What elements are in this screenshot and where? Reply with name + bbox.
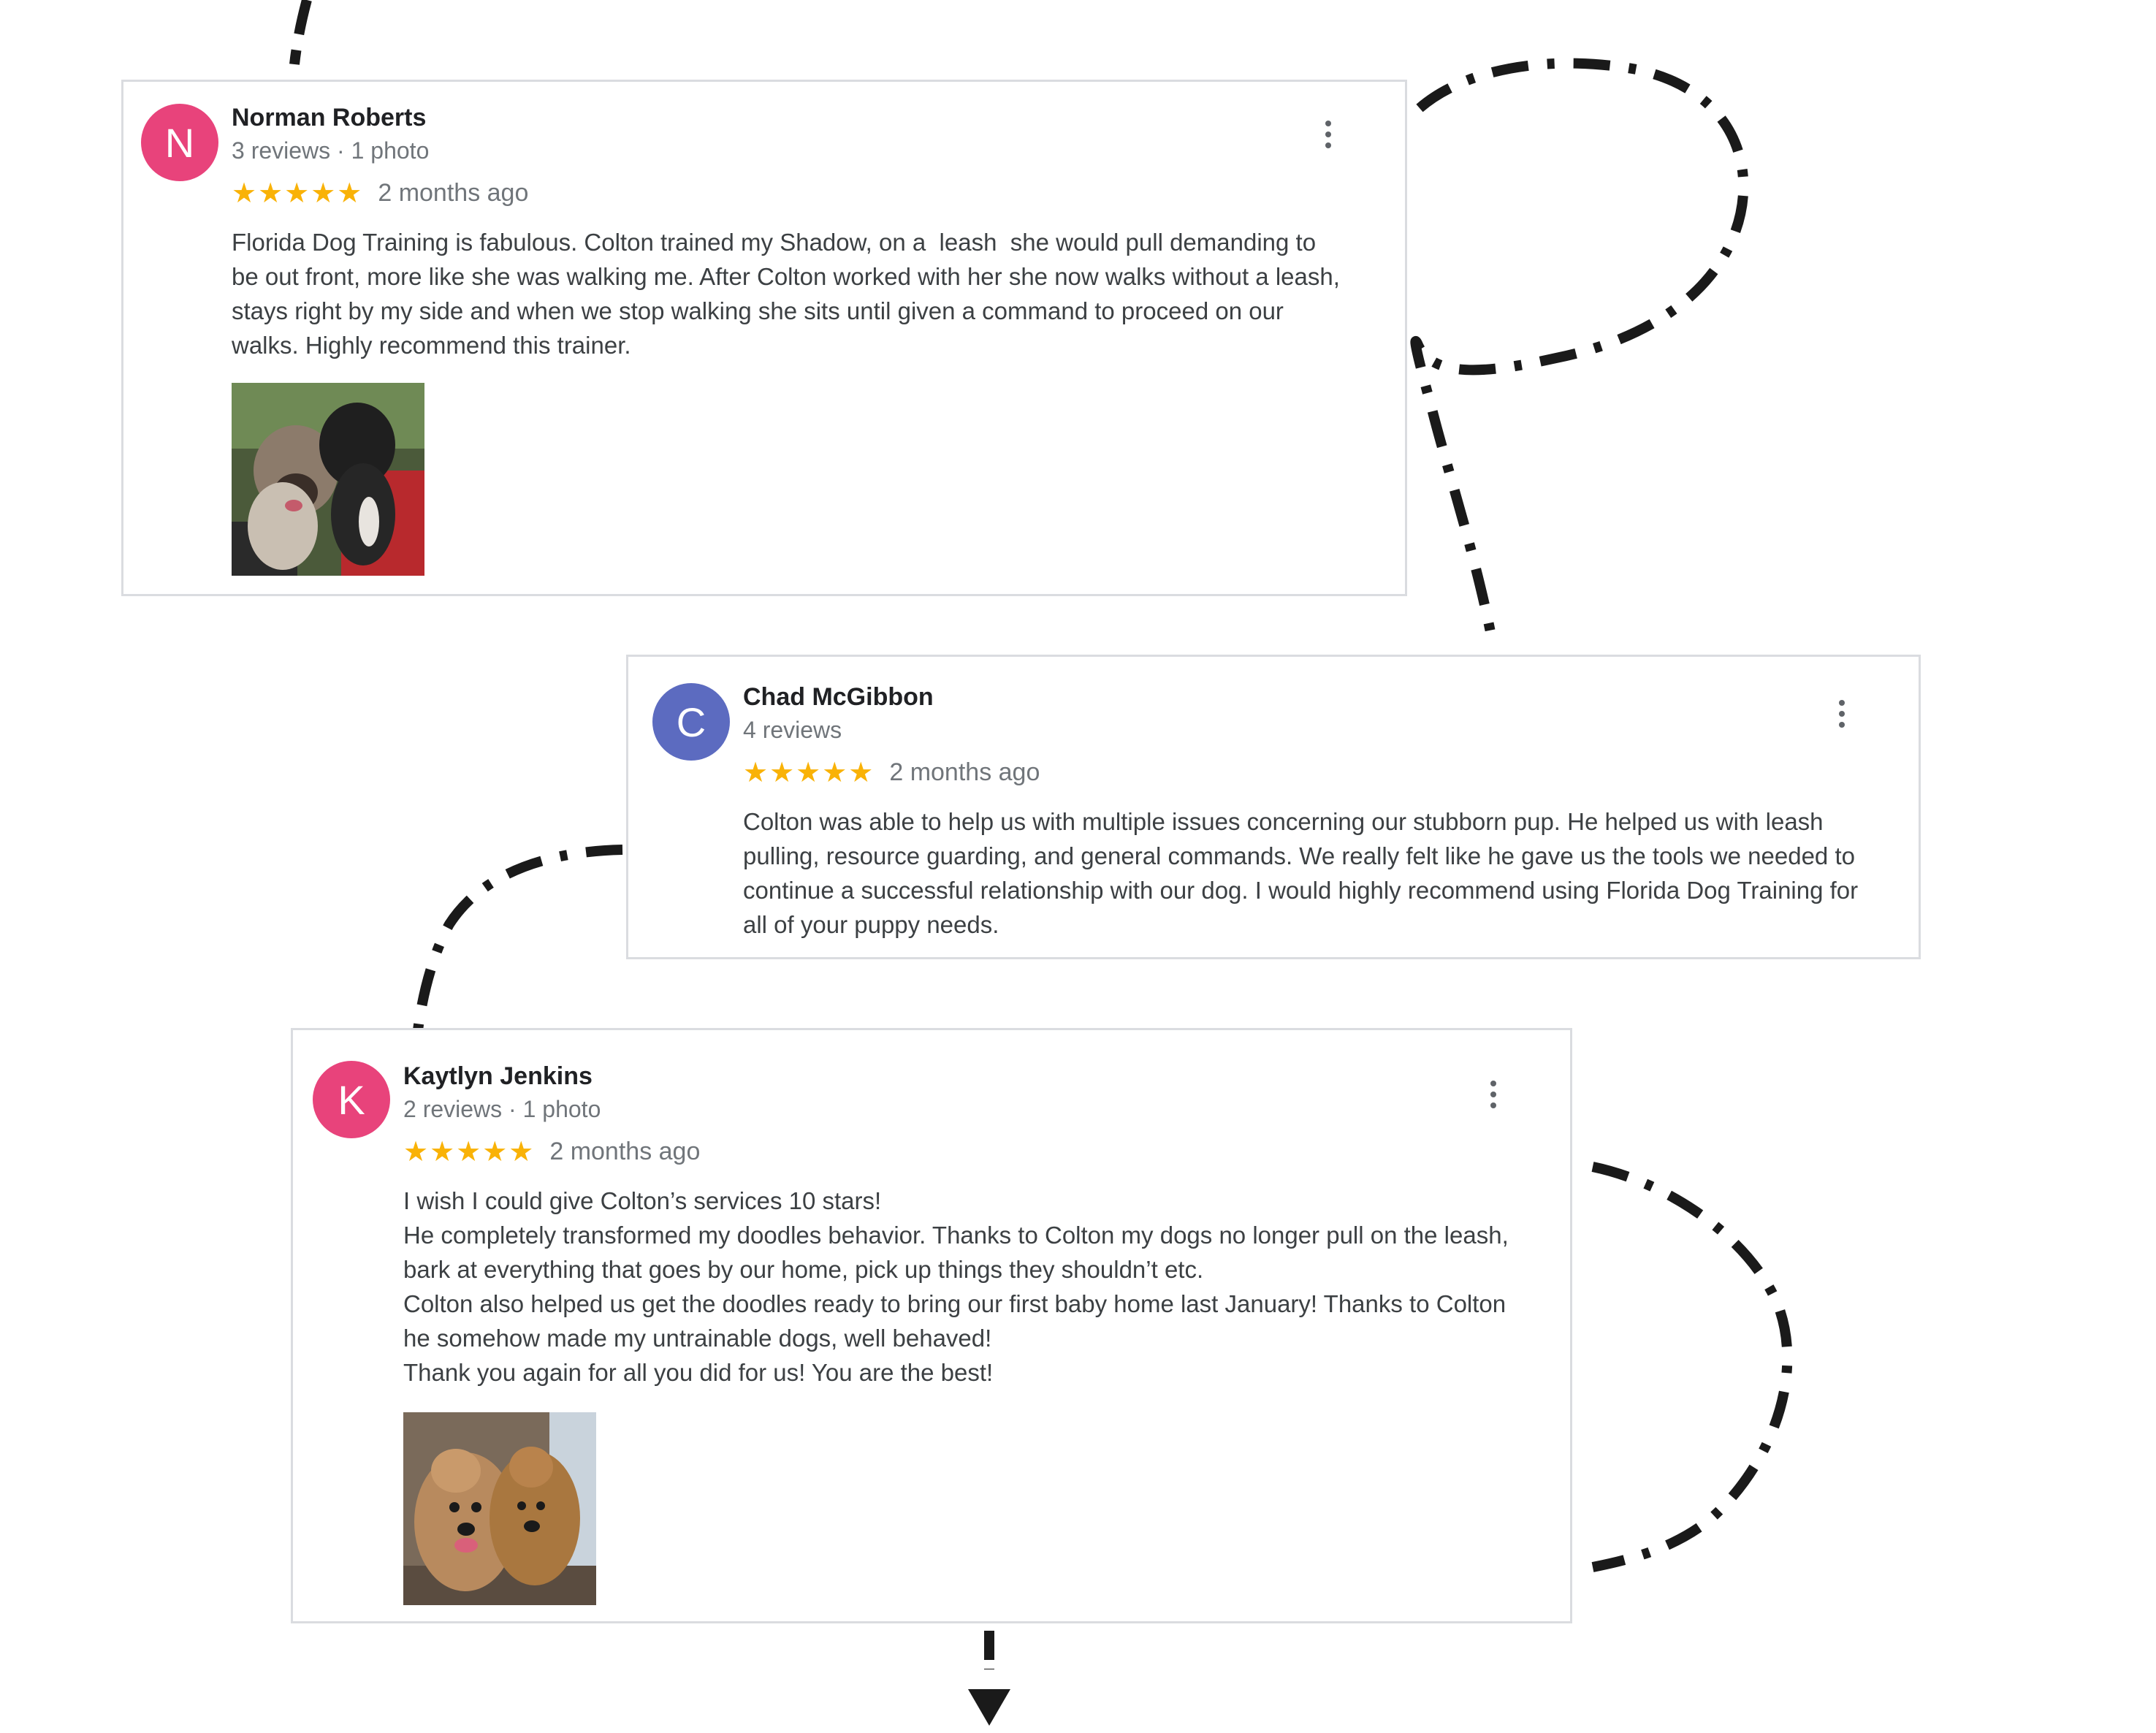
avatar[interactable]: C xyxy=(652,683,730,761)
rating-row: ★★★★★ 2 months ago xyxy=(743,756,1040,789)
avatar[interactable]: K xyxy=(313,1061,390,1138)
review-text: Colton was able to help us with multiple… xyxy=(743,808,1859,938)
review-card-norman-roberts: N Norman Roberts 3 reviews · 1 photo ★★★… xyxy=(121,80,1407,596)
dashed-path-top-segment xyxy=(289,0,312,65)
dog-photo[interactable] xyxy=(232,383,424,576)
review-text: Florida Dog Training is fabulous. Colton… xyxy=(232,229,1340,359)
reviewer-name[interactable]: Kaytlyn Jenkins xyxy=(403,1062,593,1091)
review-date: 2 months ago xyxy=(549,1138,701,1165)
star-rating-icon: ★★★★★ xyxy=(743,758,875,788)
star-rating-icon: ★★★★★ xyxy=(403,1137,536,1168)
rating-row: ★★★★★ 2 months ago xyxy=(403,1135,700,1168)
doodles-photo[interactable] xyxy=(403,1412,596,1605)
review-card-kaytlyn-jenkins: K Kaytlyn Jenkins 2 reviews · 1 photo ★★… xyxy=(291,1028,1572,1623)
avatar[interactable]: N xyxy=(141,104,218,181)
dashed-path-loop xyxy=(1410,58,1749,644)
more-vert-icon[interactable] xyxy=(1831,692,1853,736)
reviewer-meta: 3 reviews · 1 photo xyxy=(232,137,430,164)
down-arrow-icon xyxy=(968,1689,1010,1726)
star-rating-icon: ★★★★★ xyxy=(232,178,364,209)
review-date: 2 months ago xyxy=(889,758,1040,786)
reviewer-meta: 4 reviews xyxy=(743,717,842,743)
reviewer-name[interactable]: Norman Roberts xyxy=(232,104,426,132)
rating-row: ★★★★★ 2 months ago xyxy=(232,177,528,210)
dashed-path-middle-curve xyxy=(413,845,623,1031)
dashed-path-right-curve xyxy=(1591,1162,1793,1572)
reviewer-name[interactable]: Chad McGibbon xyxy=(743,683,934,712)
more-vert-icon[interactable] xyxy=(1317,113,1339,156)
review-card-chad-mcgibbon: C Chad McGibbon 4 reviews ★★★★★ 2 months… xyxy=(626,655,1921,959)
reviewer-meta: 2 reviews · 1 photo xyxy=(403,1096,601,1122)
review-date: 2 months ago xyxy=(378,179,529,207)
more-vert-icon[interactable] xyxy=(1482,1073,1504,1116)
review-text: I wish I could give Colton’s services 10… xyxy=(403,1187,1509,1386)
